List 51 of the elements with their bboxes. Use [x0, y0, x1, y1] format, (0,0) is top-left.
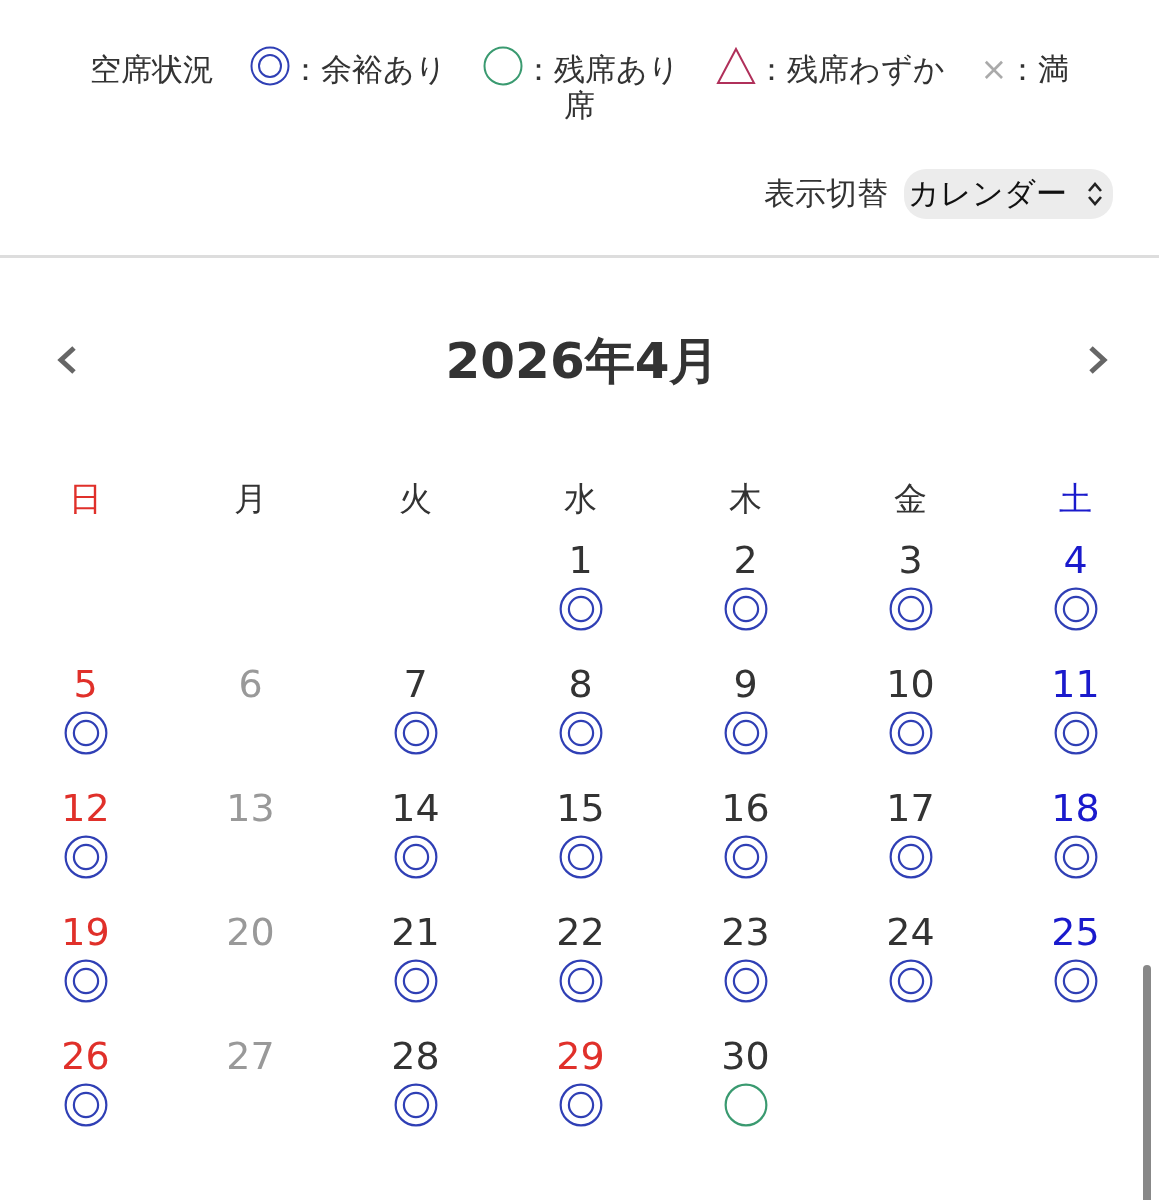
legend-label: ：余裕あり: [289, 51, 447, 87]
date-number: 6: [238, 661, 263, 707]
view-select[interactable]: カレンダー: [904, 169, 1113, 219]
legend-label: ：残席わずか: [755, 51, 945, 87]
legend-label: ：満: [1007, 51, 1070, 87]
date-number[interactable]: 5: [73, 661, 98, 707]
scrollbar[interactable]: [1143, 965, 1151, 1200]
date-number: 13: [226, 785, 275, 831]
date-number[interactable]: 15: [556, 785, 605, 831]
weekday-label: 水: [564, 479, 597, 518]
date-number[interactable]: 10: [886, 661, 935, 707]
legend-label: 席: [564, 87, 595, 123]
date-number[interactable]: 30: [721, 1033, 770, 1079]
date-number: 27: [226, 1033, 275, 1079]
date-number[interactable]: 28: [391, 1033, 440, 1079]
month-title: 2026年4月: [445, 331, 720, 392]
date-number[interactable]: 9: [733, 661, 758, 707]
weekday-label: 土: [1059, 479, 1092, 518]
date-number[interactable]: 25: [1051, 909, 1100, 955]
date-number: 20: [226, 909, 275, 955]
weekday-label: 金: [894, 479, 927, 518]
date-number[interactable]: 2: [733, 537, 758, 583]
legend-label: ：残席あり: [522, 51, 680, 87]
date-number[interactable]: 23: [721, 909, 770, 955]
weekday-label: 木: [729, 479, 762, 518]
legend-title: 空席状況: [89, 51, 214, 87]
weekday-label: 日: [69, 479, 102, 518]
updown-chevron-icon: [1087, 181, 1103, 207]
date-number[interactable]: 19: [61, 909, 110, 955]
date-number[interactable]: 29: [556, 1033, 605, 1079]
date-number[interactable]: 24: [886, 909, 935, 955]
date-number[interactable]: 11: [1051, 661, 1100, 707]
date-number[interactable]: 18: [1051, 785, 1100, 831]
date-number[interactable]: 16: [721, 785, 770, 831]
weekday-label: 火: [399, 479, 432, 518]
date-number[interactable]: 12: [61, 785, 110, 831]
date-number[interactable]: 22: [556, 909, 605, 955]
date-number[interactable]: 21: [391, 909, 440, 955]
date-number[interactable]: 4: [1063, 537, 1088, 583]
view-switch-label: 表示切替: [764, 174, 888, 213]
date-number[interactable]: 7: [403, 661, 428, 707]
date-number[interactable]: 17: [886, 785, 935, 831]
date-number[interactable]: 1: [568, 537, 593, 583]
weekday-label: 月: [234, 479, 267, 518]
chevron-right-icon: [1087, 345, 1109, 375]
cross-mark: ×: [980, 50, 1008, 88]
date-number[interactable]: 8: [568, 661, 593, 707]
date-number[interactable]: 3: [898, 537, 923, 583]
date-number[interactable]: 26: [61, 1033, 110, 1079]
chevron-left-icon: [56, 345, 78, 375]
date-number[interactable]: 14: [391, 785, 440, 831]
